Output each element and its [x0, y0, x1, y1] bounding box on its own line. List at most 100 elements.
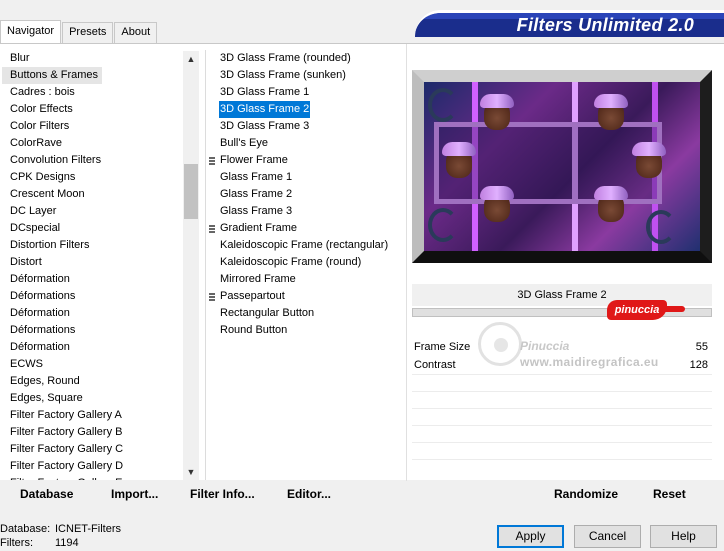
category-item[interactable]: Filter Factory Gallery B — [2, 424, 182, 441]
filter-label: Kaleidoscopic Frame (rectangular) — [220, 239, 389, 251]
filter-label: Glass Frame 1 — [220, 171, 293, 183]
preview-filter-name: 3D Glass Frame 2 — [412, 284, 712, 306]
category-label: Buttons & Frames — [2, 67, 103, 84]
category-item[interactable]: Déformation — [2, 271, 182, 288]
category-label: DCspecial — [10, 222, 61, 234]
apply-button[interactable]: Apply — [497, 525, 564, 548]
status-value: ICNET-Filters — [55, 523, 121, 535]
category-item[interactable]: CPK Designs — [2, 169, 182, 186]
filter-label: Glass Frame 2 — [220, 188, 293, 200]
filter-label: 3D Glass Frame 1 — [220, 86, 310, 98]
category-label: Filter Factory Gallery B — [10, 426, 123, 438]
tab-about[interactable]: About — [114, 22, 158, 43]
category-label: Déformations — [10, 324, 76, 336]
tab-navigator[interactable]: Navigator — [0, 20, 62, 43]
category-item[interactable]: Crescent Moon — [2, 186, 182, 203]
filter-item[interactable]: Glass Frame 2 — [206, 186, 400, 203]
filter-item[interactable]: Flower Frame — [206, 152, 400, 169]
filter-label: Bull's Eye — [220, 137, 268, 149]
category-label: Filter Factory Gallery D — [10, 460, 124, 472]
navigator-panel: Blur Buttons & Frames Cadres : bois Color E… — [0, 43, 724, 481]
category-label: Cadres : bois — [10, 86, 75, 98]
param-value: 55 — [695, 341, 708, 353]
filter-label: Rectangular Button — [220, 307, 315, 319]
watermark-camera-icon — [478, 322, 522, 366]
category-list[interactable]: Blur Buttons & Frames Cadres : bois Color E… — [2, 50, 182, 480]
filter-label: Gradient Frame — [220, 222, 298, 234]
category-item[interactable]: Filter Factory Gallery D — [2, 458, 182, 475]
category-item[interactable]: Blur — [2, 50, 182, 67]
category-label: Edges, Round — [10, 375, 80, 387]
category-item[interactable]: Buttons & Frames — [2, 67, 182, 84]
randomize-button[interactable]: Randomize — [554, 481, 618, 508]
category-item[interactable]: Déformations — [2, 322, 182, 339]
filter-info-button[interactable]: Filter Info... — [190, 481, 255, 508]
scroll-up-arrow-icon[interactable]: ▲ — [183, 51, 199, 67]
cancel-button[interactable]: Cancel — [574, 525, 641, 548]
filter-label: 3D Glass Frame 3 — [220, 120, 310, 132]
tab-presets[interactable]: Presets — [62, 22, 114, 43]
filter-item[interactable]: 3D Glass Frame 3 — [206, 118, 400, 135]
category-label: Filter Factory Gallery E — [2, 475, 182, 480]
reset-button[interactable]: Reset — [653, 481, 686, 508]
category-item[interactable]: ECWS — [2, 356, 182, 373]
editor-button[interactable]: Editor... — [287, 481, 331, 508]
category-item[interactable]: Déformations — [2, 288, 182, 305]
category-label: Distortion Filters — [10, 239, 90, 251]
filter-item[interactable]: Gradient Frame — [206, 220, 400, 237]
category-item[interactable]: DCspecial — [2, 220, 182, 237]
filter-item[interactable]: 3D Glass Frame 2 — [206, 101, 400, 118]
filter-item[interactable]: Kaleidoscopic Frame (round) — [206, 254, 400, 271]
filter-item[interactable]: 3D Glass Frame 1 — [206, 84, 400, 101]
category-label: Déformation — [10, 341, 70, 353]
category-item[interactable]: Edges, Round — [2, 373, 182, 390]
filter-list[interactable]: 3D Glass Frame (rounded) 3D Glass Frame (… — [205, 50, 400, 480]
category-item[interactable]: Convolution Filters — [2, 152, 182, 169]
scroll-down-arrow-icon[interactable]: ▼ — [183, 464, 199, 480]
filter-label: Kaleidoscopic Frame (round) — [220, 256, 362, 268]
param-label: Frame Size — [414, 341, 471, 353]
category-item[interactable]: ColorRave — [2, 135, 182, 152]
category-item[interactable]: Color Filters — [2, 118, 182, 135]
category-label: Déformation — [10, 307, 70, 319]
tab-bar: Navigator Presets About — [0, 20, 158, 43]
category-item[interactable]: Color Effects — [2, 101, 182, 118]
category-item[interactable]: Déformation — [2, 339, 182, 356]
grip-icon — [209, 293, 215, 301]
category-item[interactable]: Distortion Filters — [2, 237, 182, 254]
filter-item[interactable]: 3D Glass Frame (rounded) — [206, 50, 400, 67]
filter-item[interactable]: 3D Glass Frame (sunken) — [206, 67, 400, 84]
filter-item[interactable]: Rectangular Button — [206, 305, 400, 322]
filter-item[interactable]: Mirrored Frame — [206, 271, 400, 288]
category-item[interactable]: Edges, Square — [2, 390, 182, 407]
filter-label: Mirrored Frame — [220, 273, 296, 285]
category-scrollbar[interactable]: ▲ ▼ — [183, 51, 199, 480]
import-button[interactable]: Import... — [111, 481, 158, 508]
category-label: Distort — [10, 256, 42, 268]
watermark-name: Pinuccia — [520, 339, 570, 353]
help-button[interactable]: Help — [650, 525, 717, 548]
category-label: Déformations — [10, 290, 76, 302]
category-item[interactable]: Déformation — [2, 305, 182, 322]
grip-icon — [209, 157, 215, 165]
category-item[interactable]: Filter Factory Gallery C — [2, 441, 182, 458]
database-button[interactable]: Database — [20, 481, 73, 508]
filter-item[interactable]: Passepartout — [206, 288, 400, 305]
filter-label: 3D Glass Frame (rounded) — [220, 52, 351, 64]
status-info: Database: ICNET-Filters Filters: 1194 — [0, 522, 121, 550]
param-label: Contrast — [414, 359, 456, 371]
category-item[interactable]: Filter Factory Gallery A — [2, 407, 182, 424]
category-item[interactable]: Distort — [2, 254, 182, 271]
filter-item[interactable]: Glass Frame 1 — [206, 169, 400, 186]
scroll-thumb[interactable] — [184, 164, 198, 219]
filter-item[interactable]: Glass Frame 3 — [206, 203, 400, 220]
panel-divider — [406, 44, 407, 481]
app-title: Filters Unlimited 2.0 — [516, 15, 694, 35]
category-item[interactable]: DC Layer — [2, 203, 182, 220]
filter-item[interactable]: Bull's Eye — [206, 135, 400, 152]
filter-item[interactable]: Kaleidoscopic Frame (rectangular) — [206, 237, 400, 254]
filter-item[interactable]: Round Button — [206, 322, 400, 339]
category-label: ColorRave — [10, 137, 62, 149]
category-item[interactable]: Cadres : bois — [2, 84, 182, 101]
category-item[interactable]: Filter Factory Gallery E — [2, 475, 182, 480]
